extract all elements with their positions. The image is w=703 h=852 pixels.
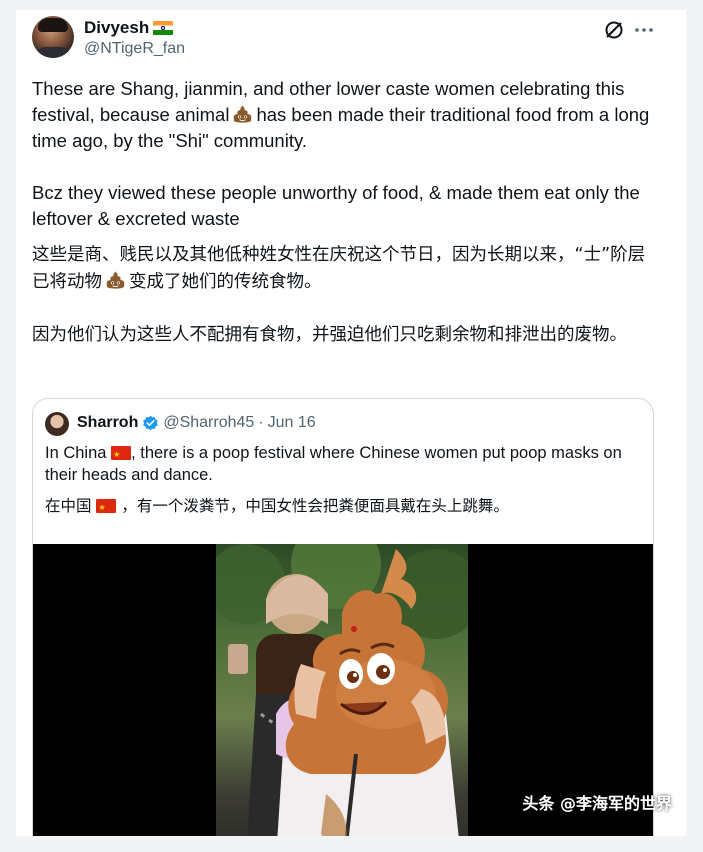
china-flag-icon [96,497,117,519]
quoted-tweet-text-zh: 在中国 ，有一个泼粪节，中国女性会把粪便面具戴在头上跳舞。 [45,495,645,519]
quoted-tweet-header: Sharroh @Sharroh45 · Jun 16 [77,414,316,432]
quoted-tweet[interactable]: Sharroh @Sharroh45 · Jun 16 In China , t… [32,398,654,836]
tweet-text-en-1: These are Shang, jianmin, and other lowe… [32,78,655,151]
tweet-text-en-2: Bcz they viewed these people unworthy of… [32,182,645,229]
quoted-author-avatar[interactable] [45,412,69,436]
quoted-tweet-text-en: In China , there is a poop festival wher… [45,442,645,486]
quoted-author-name[interactable]: Sharroh [77,414,138,432]
video-still-image [216,544,468,836]
quoted-tweet-date[interactable]: Jun 16 [268,414,316,432]
quoted-author-handle[interactable]: @Sharroh45 [163,414,254,432]
verified-badge-icon [143,415,159,430]
author-handle[interactable]: @NTigeR_fan [84,40,185,58]
video-frame[interactable] [216,544,468,836]
author-name-row[interactable]: Divyesh [84,18,174,38]
india-flag-icon [153,21,174,35]
author-avatar[interactable] [32,16,74,58]
tweet-text-zh-2: 因为他们认为这些人不配拥有食物，并强迫他们只吃剩余物和排泄出的废物。 [32,325,627,345]
poop-emoji-icon [106,271,125,289]
tweet-card: Divyesh @NTigeR_fan These are Shang, jia… [16,10,686,836]
toutiao-watermark: 头条 @李海军的世界 [522,794,672,813]
tweet-text-zh-1: 这些是商、贱民以及其他低种姓女性在庆祝这个节日，因为长期以来，“士”阶层已将动物… [32,245,646,292]
author-name[interactable]: Divyesh [84,18,149,38]
dot-separator: · [258,414,264,431]
more-options-icon[interactable] [632,18,656,42]
grok-icon[interactable] [602,18,626,42]
china-flag-icon [111,444,132,466]
poop-emoji-icon [234,105,252,123]
